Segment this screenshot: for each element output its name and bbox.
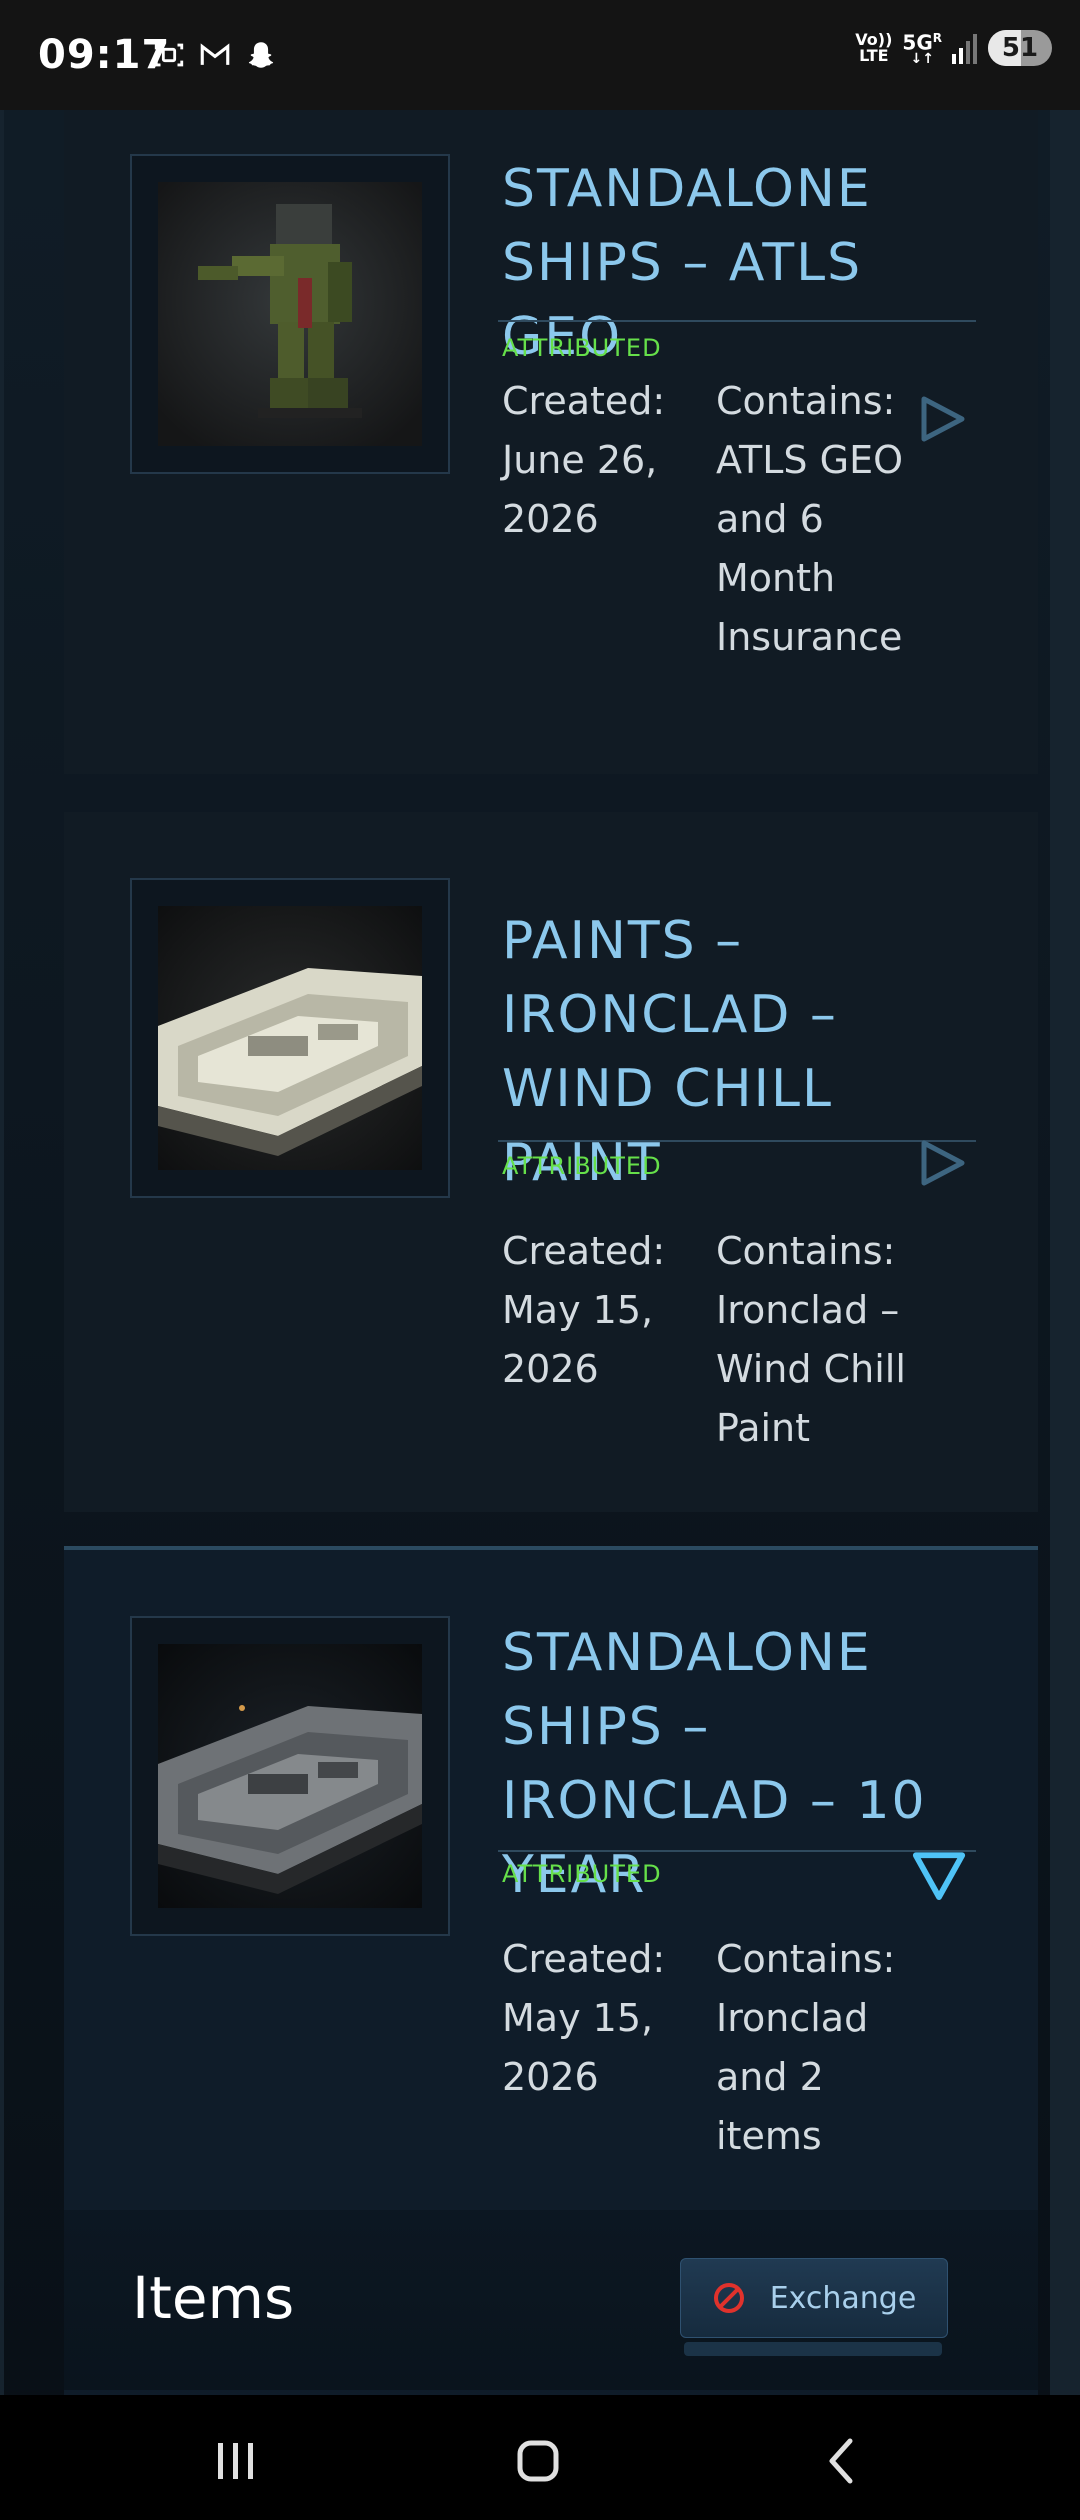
- status-badge: ATTRIBUTED: [502, 334, 662, 362]
- left-rail: [0, 110, 4, 2395]
- contains-info: Contains: ATLS GEO and 6 Month Insurance: [716, 379, 903, 659]
- expand-arrow-icon[interactable]: [918, 1138, 968, 1188]
- snapchat-icon: [248, 42, 274, 68]
- battery-indicator: 51: [988, 30, 1052, 67]
- pledge-thumbnail[interactable]: [130, 1616, 450, 1936]
- gmail-icon: [200, 43, 230, 65]
- navigation-bar: [0, 2395, 1080, 2520]
- contains-info: Contains: Ironclad – Wind Chill Paint: [716, 1229, 906, 1450]
- expand-arrow-icon[interactable]: [918, 394, 968, 444]
- ship-image: [158, 1644, 422, 1908]
- ship-image: [158, 906, 422, 1170]
- exchange-button[interactable]: Exchange: [680, 2258, 948, 2338]
- status-bar: 09:17 Vo)) LTE 5GR ↓↑ 51: [0, 0, 1080, 110]
- blocked-icon: [713, 2283, 744, 2313]
- home-icon[interactable]: [508, 2431, 568, 2491]
- created-info: Created: June 26, 2026: [502, 379, 666, 541]
- items-section: Items Exchange: [64, 2210, 1038, 2390]
- created-info: Created: May 15, 2026: [502, 1229, 666, 1391]
- back-icon[interactable]: [812, 2431, 872, 2491]
- pledge-thumbnail[interactable]: [130, 878, 450, 1198]
- network-indicator: 5GR ↓↑: [902, 30, 942, 67]
- pledge-card-expanded[interactable]: STANDALONE SHIPS – IRONCLAD – 10 YEAR AT…: [64, 1546, 1038, 2395]
- button-shadow: [684, 2342, 942, 2356]
- created-info: Created: May 15, 2026: [502, 1937, 666, 2099]
- status-badge: ATTRIBUTED: [502, 1860, 662, 1888]
- exchange-label: Exchange: [769, 2280, 917, 2316]
- screenshot-icon: [154, 43, 184, 67]
- pledge-thumbnail[interactable]: [130, 154, 450, 474]
- volte-indicator: Vo)) LTE: [855, 30, 893, 66]
- collapse-arrow-icon[interactable]: [910, 1846, 968, 1904]
- status-badge: ATTRIBUTED: [502, 1152, 662, 1180]
- divider: [498, 320, 976, 322]
- divider: [498, 1140, 976, 1142]
- contains-info: Contains: Ironclad and 2 items: [716, 1937, 896, 2158]
- right-rail: [1050, 110, 1080, 2395]
- mech-image: [158, 182, 422, 446]
- pledge-card[interactable]: STANDALONE SHIPS – ATLS GEO ATTRIBUTED C…: [64, 110, 1038, 774]
- recents-icon[interactable]: [206, 2431, 266, 2491]
- pledge-list[interactable]: STANDALONE SHIPS – ATLS GEO ATTRIBUTED C…: [0, 110, 1080, 2395]
- pledge-card[interactable]: PAINTS – IRONCLAD – WIND CHILL PAINT ATT…: [64, 812, 1038, 1512]
- signal-icon: [952, 34, 977, 65]
- items-heading: Items: [132, 2264, 295, 2332]
- status-time: 09:17: [38, 32, 171, 78]
- divider: [498, 1850, 976, 1852]
